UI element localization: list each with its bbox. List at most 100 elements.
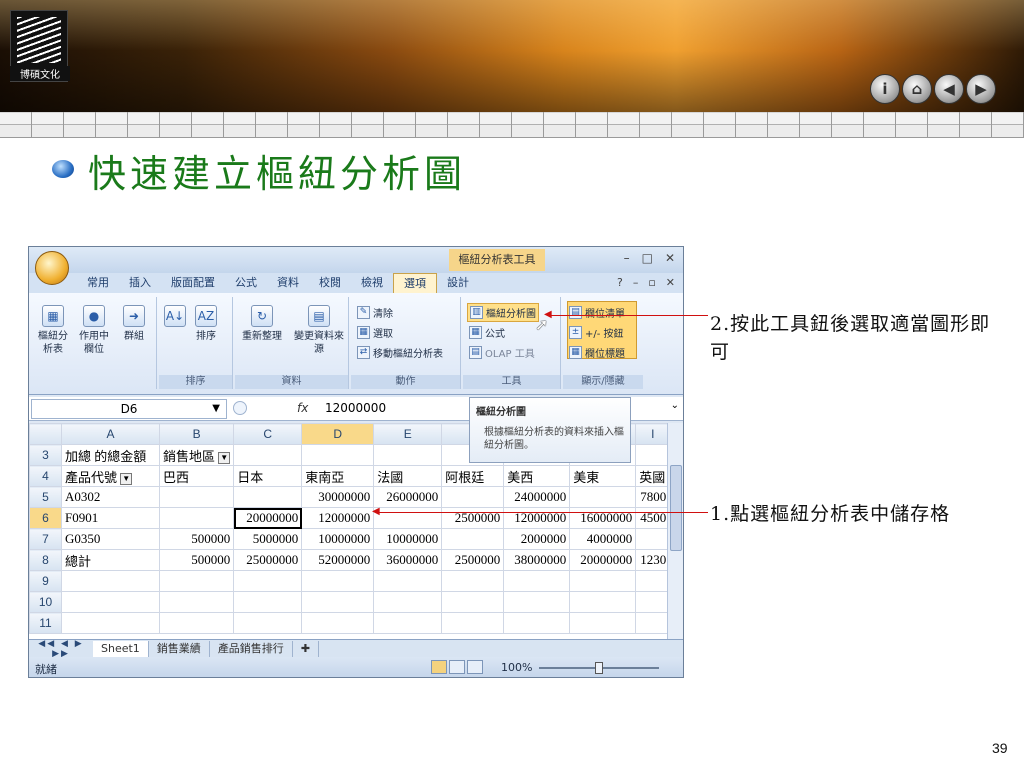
maximize-icon[interactable]: □ — [642, 251, 653, 265]
cell[interactable]: 24000000 — [503, 486, 571, 508]
home-icon[interactable]: ⌂ — [902, 74, 932, 104]
cell[interactable] — [158, 507, 235, 529]
tab-4[interactable]: 資料 — [267, 273, 309, 293]
cell[interactable]: 2500000 — [441, 507, 505, 529]
cell[interactable] — [301, 570, 375, 592]
office-button[interactable] — [35, 251, 69, 285]
cell[interactable]: 5000000 — [233, 528, 303, 550]
cell[interactable] — [635, 528, 671, 550]
row-header[interactable]: 5 — [29, 486, 62, 508]
row-header[interactable]: 6 — [29, 507, 62, 529]
filter-dropdown-icon[interactable]: ▼ — [120, 472, 133, 485]
sheet-tab-2[interactable]: 產品銷售排行 — [210, 640, 293, 657]
column-header[interactable]: D — [301, 423, 375, 445]
cell[interactable]: 東南亞 — [301, 465, 375, 487]
tab-0[interactable]: 常用 — [77, 273, 119, 293]
sheet-nav-arrows[interactable]: ◀◀ ◀ ▶ ▶▶ — [29, 639, 93, 659]
info-icon[interactable]: i — [870, 74, 900, 104]
column-header[interactable]: C — [233, 423, 303, 445]
scroll-thumb[interactable] — [670, 465, 682, 551]
cell[interactable] — [503, 591, 571, 613]
page-layout-view-button[interactable] — [449, 660, 465, 674]
cell[interactable]: 20000000 — [233, 507, 303, 529]
cell[interactable] — [635, 444, 671, 466]
field-list-button[interactable]: ▤欄位清單 — [569, 305, 625, 320]
cell[interactable] — [373, 570, 443, 592]
cell[interactable] — [301, 444, 375, 466]
cell[interactable]: 16000000 — [569, 507, 637, 529]
cell[interactable] — [301, 591, 375, 613]
row-header[interactable]: 9 — [29, 570, 62, 592]
ribbon-close-icon[interactable]: ✕ — [666, 273, 675, 293]
ribbon-restore-icon[interactable]: ▫ — [648, 273, 655, 293]
cell[interactable] — [158, 612, 235, 634]
cell[interactable] — [503, 570, 571, 592]
sheet-tab-0[interactable]: Sheet1 — [93, 640, 149, 657]
cell[interactable]: 36000000 — [373, 549, 443, 571]
cell[interactable] — [373, 612, 443, 634]
cell[interactable] — [569, 591, 637, 613]
cell[interactable] — [158, 591, 235, 613]
forward-icon[interactable]: ▶ — [966, 74, 996, 104]
row-header[interactable]: 10 — [29, 591, 62, 613]
cell[interactable]: 7800 — [635, 486, 671, 508]
cell[interactable] — [233, 444, 303, 466]
cell[interactable] — [441, 612, 505, 634]
close-icon[interactable]: ✕ — [665, 251, 675, 265]
normal-view-button[interactable] — [431, 660, 447, 674]
cell[interactable]: 52000000 — [301, 549, 375, 571]
select-all-corner[interactable] — [29, 423, 62, 445]
pivot-chart-button[interactable]: ▥ 樞紐分析圖 — [467, 303, 539, 322]
group-button[interactable]: ➜ 群組 — [119, 305, 149, 343]
cell[interactable]: 阿根廷 — [441, 465, 505, 487]
cell[interactable]: 1230 — [635, 549, 671, 571]
cell[interactable] — [503, 612, 571, 634]
cell[interactable]: 10000000 — [301, 528, 375, 550]
active-field-button[interactable]: ● 作用中欄位 — [75, 305, 113, 356]
formulas-button[interactable]: ▦ 公式 — [469, 325, 505, 340]
cell[interactable] — [441, 570, 505, 592]
cell[interactable]: A0302 — [61, 486, 160, 508]
cell[interactable] — [569, 612, 637, 634]
column-header[interactable]: A — [61, 423, 160, 445]
cell[interactable] — [233, 591, 303, 613]
row-header[interactable]: 11 — [29, 612, 62, 634]
refresh-button[interactable]: ↻ 重新整理 — [237, 305, 287, 343]
cell[interactable] — [233, 486, 303, 508]
cell[interactable]: 4500 — [635, 507, 671, 529]
ribbon-minimize-icon[interactable]: – — [633, 273, 639, 293]
cell[interactable]: 25000000 — [233, 549, 303, 571]
cell[interactable]: F0901 — [61, 507, 160, 529]
sort-button[interactable]: AZ 排序 — [191, 305, 221, 343]
change-source-button[interactable]: ▤ 變更資料來源 — [291, 305, 347, 356]
function-icon[interactable]: fx — [297, 401, 308, 415]
clear-button[interactable]: ✎ 清除 — [357, 305, 393, 320]
move-pivot-button[interactable]: ⇄ 移動樞紐分析表 — [357, 345, 443, 360]
formula-bar-handle[interactable] — [233, 401, 247, 415]
cell[interactable]: 30000000 — [301, 486, 375, 508]
field-headers-button[interactable]: ▦ 欄位標題 — [569, 345, 625, 360]
cell[interactable]: G0350 — [61, 528, 160, 550]
tab-5[interactable]: 校閱 — [309, 273, 351, 293]
cell[interactable]: 銷售地區 ▼ — [158, 444, 235, 466]
cell[interactable] — [635, 591, 671, 613]
tab-7[interactable]: 選項 — [393, 273, 437, 293]
cell[interactable]: 12000000 — [301, 507, 375, 529]
cell[interactable]: 總計 — [61, 549, 160, 571]
tab-8[interactable]: 設計 — [437, 273, 479, 293]
expand-formula-icon[interactable]: ⌄ — [671, 400, 679, 411]
plus-minus-button[interactable]: ± +/- 按鈕 — [569, 325, 624, 340]
cell[interactable] — [158, 486, 235, 508]
cell[interactable]: 26000000 — [373, 486, 443, 508]
cell[interactable]: 12000000 — [503, 507, 571, 529]
cell[interactable] — [441, 591, 505, 613]
chevron-down-icon[interactable]: ▼ — [212, 400, 220, 418]
cell[interactable] — [441, 528, 505, 550]
cell[interactable]: 日本 — [233, 465, 303, 487]
column-header[interactable]: B — [158, 423, 235, 445]
cell[interactable]: 產品代號 ▼ — [61, 465, 160, 487]
cell[interactable]: 10000000 — [373, 528, 443, 550]
cell[interactable]: 加總 的總金額 — [61, 444, 160, 466]
row-header[interactable]: 7 — [29, 528, 62, 550]
cell[interactable] — [373, 444, 443, 466]
